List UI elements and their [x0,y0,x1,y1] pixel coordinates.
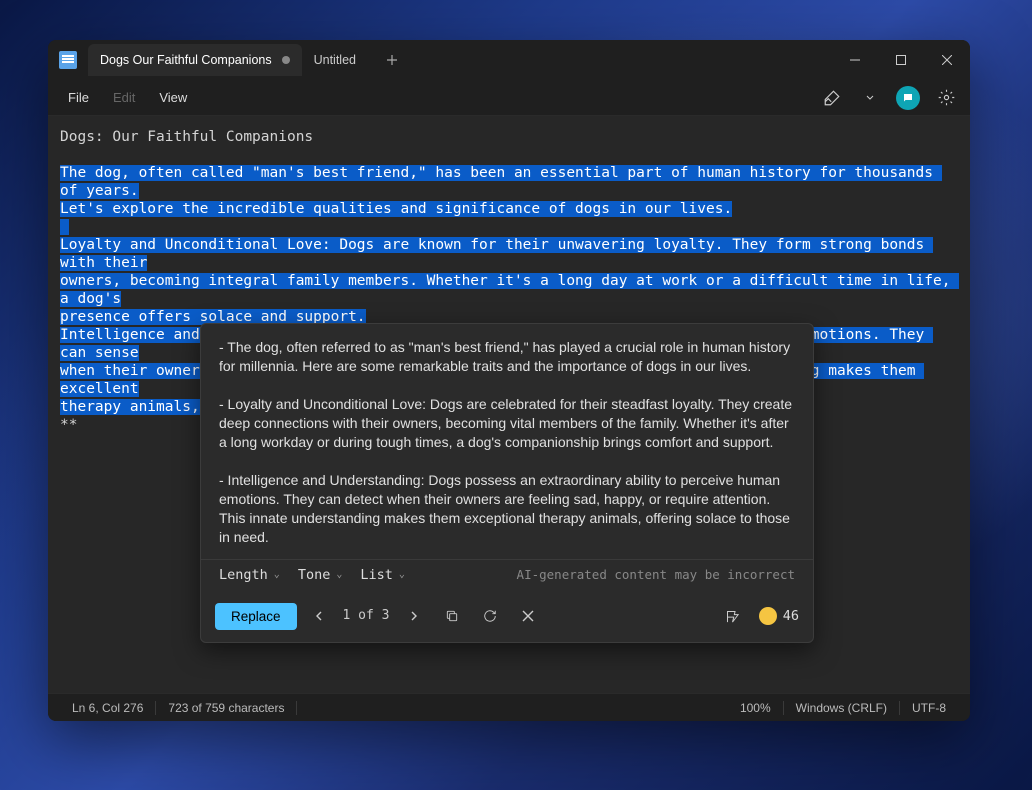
new-tab-button[interactable] [376,44,408,76]
ai-suggestion-content: - The dog, often referred to as "man's b… [201,324,813,559]
statusbar: Ln 6, Col 276 723 of 759 characters 100%… [48,693,970,721]
menu-edit[interactable]: Edit [101,86,147,109]
ai-paragraph: - Loyalty and Unconditional Love: Dogs a… [219,395,795,452]
menu-file[interactable]: File [56,86,101,109]
doc-title: Dogs: Our Faithful Companions [60,128,958,146]
notepad-window: Dogs Our Faithful Companions Untitled Fi… [48,40,970,721]
replace-button[interactable]: Replace [215,603,297,630]
tone-dropdown[interactable]: Tone ⌄ [298,566,343,584]
encoding[interactable]: UTF-8 [900,701,958,715]
maximize-button[interactable] [878,40,924,80]
close-button[interactable] [924,40,970,80]
coin-icon [759,607,777,625]
close-popup-button[interactable] [514,602,542,630]
char-count: 723 of 759 characters [156,701,297,715]
modified-dot-icon [282,56,290,64]
chevron-down-icon: ⌄ [336,566,342,584]
ai-paragraph: - Intelligence and Understanding: Dogs p… [219,471,795,547]
ai-disclaimer: AI-generated content may be incorrect [517,566,795,584]
credits-display: 46 [759,607,799,625]
selected-text: Let's explore the incredible qualities a… [60,201,732,217]
notepad-icon [59,51,77,69]
copilot-button[interactable] [892,82,924,114]
ai-rewrite-popup: - The dog, often referred to as "man's b… [200,323,814,643]
suggestion-page-indicator: 1 of 3 [343,607,390,625]
menu-view[interactable]: View [147,86,199,109]
menubar: File Edit View [48,80,970,116]
chevron-down-icon: ⌄ [274,566,280,584]
copy-button[interactable] [438,602,466,630]
selected-text: owners, becoming integral family members… [60,273,959,307]
tab-title: Untitled [314,53,356,67]
regenerate-button[interactable] [476,602,504,630]
ai-actions-row: Replace 1 of 3 [201,594,813,642]
cursor-position: Ln 6, Col 276 [60,701,156,715]
tab-active[interactable]: Dogs Our Faithful Companions [88,44,302,76]
chevron-down-icon: ⌄ [399,566,405,584]
line-ending[interactable]: Windows (CRLF) [784,701,900,715]
feedback-button[interactable] [719,602,747,630]
length-dropdown[interactable]: Length ⌄ [219,566,280,584]
selected-text: Loyalty and Unconditional Love: Dogs are… [60,237,933,271]
ai-dropdown-button[interactable] [854,82,886,114]
app-icon [48,51,88,69]
credits-value: 46 [783,607,799,625]
minimize-button[interactable] [832,40,878,80]
list-dropdown[interactable]: List ⌄ [360,566,405,584]
window-controls [832,40,970,80]
ai-rewrite-button[interactable] [816,82,848,114]
prev-suggestion-button[interactable] [305,602,333,630]
next-suggestion-button[interactable] [400,602,428,630]
settings-button[interactable] [930,82,962,114]
selected-text: The dog, often called "man's best friend… [60,165,942,199]
tabs: Dogs Our Faithful Companions Untitled [88,44,832,76]
editor-area[interactable]: Dogs: Our Faithful Companions The dog, o… [48,116,970,693]
zoom-level[interactable]: 100% [728,701,784,715]
tab-title: Dogs Our Faithful Companions [100,53,272,67]
ai-paragraph: - The dog, often referred to as "man's b… [219,338,795,376]
titlebar: Dogs Our Faithful Companions Untitled [48,40,970,80]
ai-options-row: Length ⌄ Tone ⌄ List ⌄ AI-generated cont… [201,559,813,594]
tab-inactive[interactable]: Untitled [302,44,368,76]
